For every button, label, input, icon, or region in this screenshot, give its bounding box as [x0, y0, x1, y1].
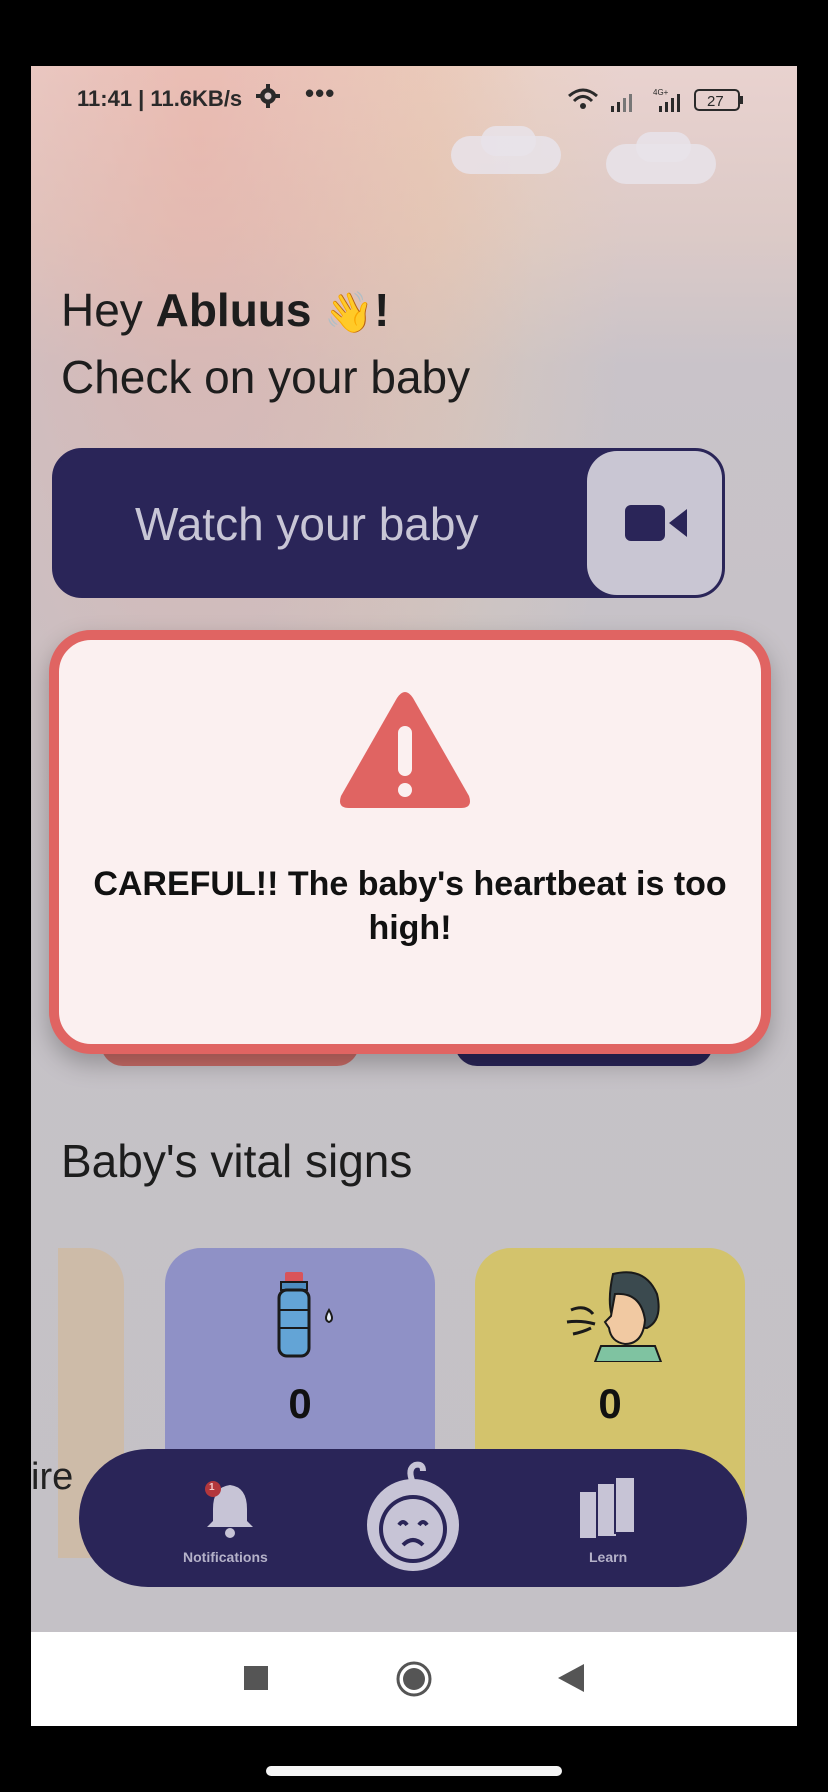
camera-panel[interactable]: [587, 451, 722, 595]
greeting-line: Hey Abluus 👋!: [61, 278, 470, 345]
more-notifications-icon: •••: [305, 78, 336, 108]
status-time: 11:41 | 11.6KB/s: [77, 86, 243, 111]
breathing-face-icon: [565, 1270, 665, 1367]
back-triangle-icon[interactable]: [558, 1664, 584, 1697]
home-indicator[interactable]: [266, 1766, 562, 1776]
baby-status-button[interactable]: [361, 1459, 465, 1577]
learn-label: Learn: [589, 1549, 628, 1565]
vital-card-partial-label: ire: [31, 1456, 74, 1498]
greeting-exclaim: !: [374, 284, 390, 336]
home-circle-icon[interactable]: [395, 1660, 433, 1703]
system-navigation-bar: [31, 1632, 797, 1726]
bottom-nav: 1 Notifications Learn: [79, 1449, 747, 1587]
recents-square-icon[interactable]: [244, 1666, 268, 1695]
alert-message: CAREFUL!! The baby's heartbeat is too hi…: [93, 865, 727, 947]
status-bar: 11:41 | 11.6KB/s ••• 4G+ 27: [31, 66, 797, 132]
learn-tab[interactable]: Learn: [557, 1463, 657, 1573]
warning-triangle-icon: [337, 690, 473, 819]
wave-icon: 👋: [324, 291, 375, 335]
notifications-label: Notifications: [183, 1549, 268, 1565]
greeting-hey: Hey: [61, 284, 143, 336]
notifications-tab[interactable]: 1 Notifications: [169, 1463, 289, 1573]
watch-baby-button[interactable]: Watch your baby: [52, 448, 725, 598]
video-camera-icon: [625, 503, 687, 548]
greeting: Hey Abluus 👋! Check on your baby: [61, 278, 470, 409]
books-icon: [577, 1475, 639, 1546]
cloud-decoration: [636, 132, 691, 162]
app-screen: 11:41 | 11.6KB/s ••• 4G+ 27 Hey Abluus 👋…: [31, 66, 797, 1726]
baby-face-icon: [361, 1459, 465, 1582]
notifications-badge: 1: [209, 1482, 215, 1493]
battery-level: 27: [707, 93, 724, 110]
user-name: Abluus: [155, 284, 312, 336]
heartbeat-alert-dialog[interactable]: CAREFUL!! The baby's heartbeat is too hi…: [49, 630, 771, 1054]
network-type-label: 4G+: [653, 88, 669, 97]
status-icons: 4G+ 27: [567, 86, 757, 114]
vitals-title: Baby's vital signs: [61, 1135, 413, 1187]
settings-gear-icon: [256, 84, 280, 113]
wifi-signal-battery-icon: 4G+ 27: [568, 88, 743, 112]
watch-baby-label: Watch your baby: [135, 498, 479, 550]
greeting-subtitle: Check on your baby: [61, 351, 471, 403]
water-bottle-icon: [277, 1272, 343, 1363]
breathing-value: 0: [598, 1380, 622, 1427]
hydration-value: 0: [288, 1380, 312, 1427]
